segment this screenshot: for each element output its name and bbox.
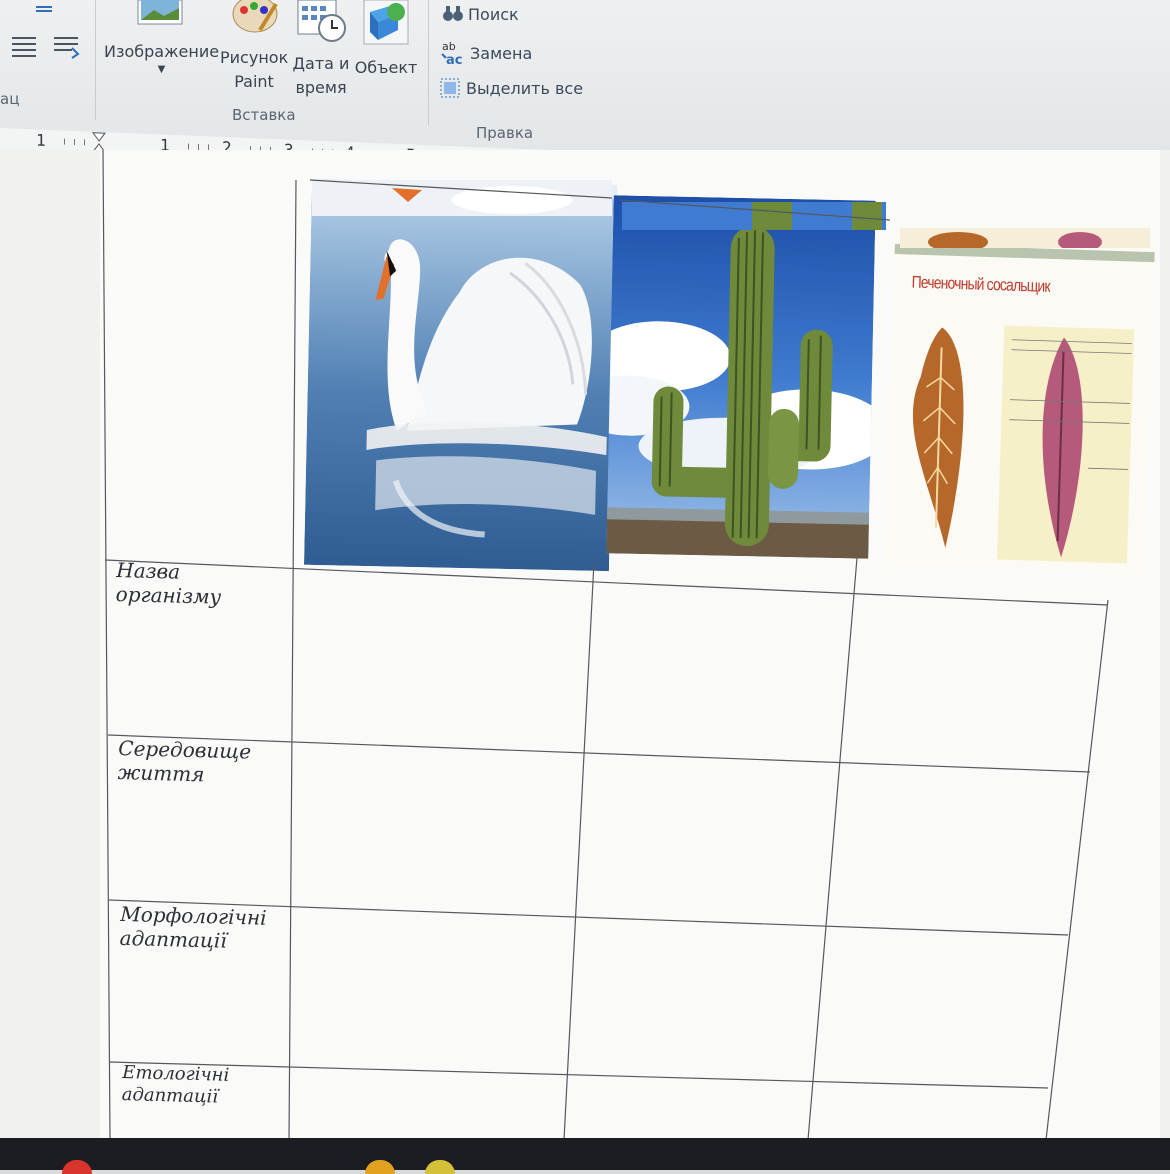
- select-all-label: Выделить все: [466, 78, 584, 98]
- datetime-button[interactable]: Дата и время: [290, 52, 352, 100]
- datetime-button-line2: время: [295, 78, 347, 97]
- ruler-tick: [188, 143, 189, 150]
- row-label-morphological-adaptations: Морфологічні адаптації: [119, 901, 267, 953]
- calendar-icon[interactable]: [296, 0, 348, 44]
- table-cell[interactable]: [300, 570, 580, 730]
- image-button-label: Изображение: [104, 42, 220, 61]
- paint-icon[interactable]: [230, 0, 280, 36]
- swan-photo[interactable]: [303, 178, 618, 572]
- left-cut-label: ац: [0, 90, 20, 108]
- svg-text:ac: ac: [446, 53, 462, 66]
- arrows-icon[interactable]: [32, 0, 56, 14]
- table-cell[interactable]: [595, 580, 845, 740]
- find-button[interactable]: Поиск: [442, 4, 519, 24]
- object-icon[interactable]: [362, 0, 410, 46]
- document-area[interactable]: Печеночный сосальщик Назва організму Сер…: [0, 150, 1170, 1140]
- fluke-photo-strip: [900, 228, 1150, 248]
- object-button-label: Объект: [354, 58, 418, 77]
- paint-button-line2: Paint: [234, 72, 274, 91]
- ruler-tick: [74, 138, 75, 146]
- separator: [428, 0, 429, 125]
- ruler-tick: [84, 139, 85, 146]
- chevron-down-icon: ▼: [157, 64, 166, 75]
- document-page[interactable]: Печеночный сосальщик Назва організму Сер…: [100, 150, 1160, 1140]
- insert-group-label: Вставка: [232, 106, 296, 124]
- replace-icon: ab ac: [440, 40, 464, 68]
- select-all-button[interactable]: Выделить все: [440, 78, 583, 98]
- ruler-number: 1: [36, 130, 46, 150]
- image-icon[interactable]: [136, 0, 184, 26]
- row-label-organism-name: Назва організму: [115, 558, 222, 609]
- object-button[interactable]: Объект: [352, 56, 420, 80]
- replace-button[interactable]: ab ac Замена: [440, 40, 533, 68]
- liver-fluke-figure[interactable]: Печеночный сосальщик: [884, 226, 1156, 574]
- select-all-icon: [440, 78, 460, 98]
- binoculars-icon: [442, 4, 463, 24]
- paint-button-line1: Рисунок: [220, 48, 289, 67]
- edit-group-label: Правка: [476, 124, 534, 142]
- cactus-photo-strip: [622, 202, 886, 230]
- row-label-ethological-adaptations: Етологічні адаптації: [121, 1062, 230, 1108]
- datetime-button-line1: Дата и: [292, 54, 350, 73]
- image-button[interactable]: Изображение ▼: [104, 40, 219, 76]
- paint-button[interactable]: Рисунок Paint: [220, 46, 288, 94]
- ruler-tick: [64, 138, 65, 145]
- replace-label: Замена: [470, 43, 533, 63]
- swan-photo-strip: [312, 180, 612, 216]
- taskbar: [0, 1138, 1170, 1170]
- list-icon[interactable]: [10, 34, 38, 58]
- table-cell[interactable]: [860, 590, 1090, 750]
- find-label: Поиск: [468, 4, 519, 24]
- separator: [95, 0, 96, 120]
- ribbon: ац Изображение ▼ Рисунок Paint Дата и вр…: [0, 0, 1170, 151]
- cactus-photo[interactable]: [606, 195, 876, 559]
- svg-text:ab: ab: [442, 40, 456, 53]
- indent-icon[interactable]: [52, 34, 80, 60]
- row-label-habitat: Середовище життя: [117, 736, 252, 787]
